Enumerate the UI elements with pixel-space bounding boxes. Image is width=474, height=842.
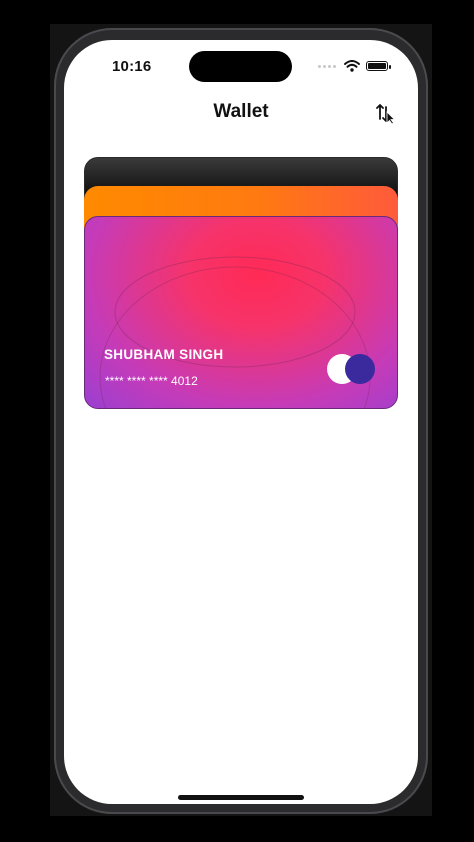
page-title: Wallet	[213, 101, 269, 122]
wallet-screen: 10:16 Wallet SHUBHAM SINGH **** **** ***…	[64, 40, 418, 804]
cellular-signal-icon	[318, 63, 338, 69]
status-icons	[318, 58, 391, 74]
card-brand-circles-icon	[327, 353, 379, 385]
status-time: 10:16	[112, 58, 152, 75]
card-holder-name: SHUBHAM SINGH	[104, 347, 224, 362]
wallet-card-front[interactable]: SHUBHAM SINGH **** **** **** 4012	[84, 216, 398, 409]
dynamic-island	[189, 51, 292, 82]
wifi-icon	[344, 60, 360, 72]
card-number: **** **** **** 4012	[105, 374, 198, 388]
home-indicator[interactable]	[178, 795, 304, 800]
sort-arrows-icon[interactable]	[374, 102, 396, 124]
battery-icon	[366, 61, 391, 71]
